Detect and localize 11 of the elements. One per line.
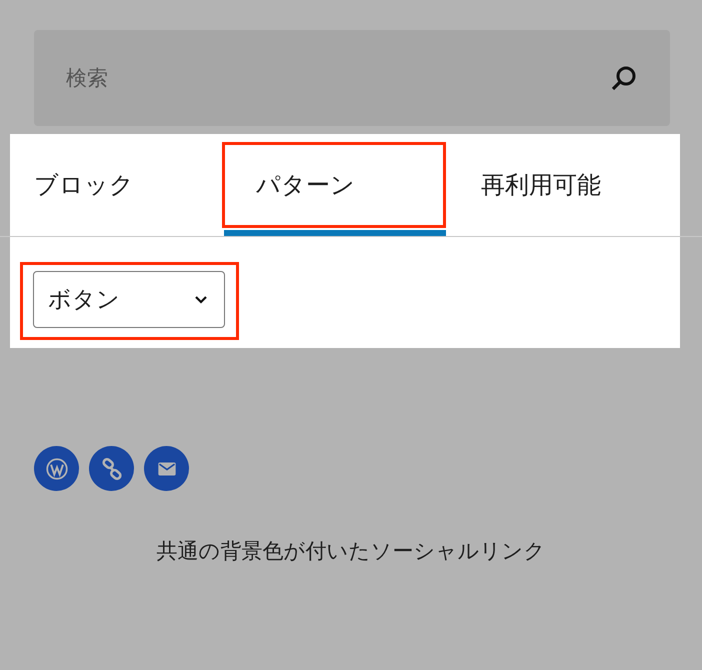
pattern-caption: 共通の背景色が付いたソーシャルリンク: [156, 538, 546, 565]
chevron-down-icon: [194, 295, 208, 304]
chain-link-icon[interactable]: [89, 446, 134, 491]
tab[interactable]: ブロック: [10, 134, 224, 236]
wordpress-icon[interactable]: [34, 446, 79, 491]
category-dropdown[interactable]: ボタン: [33, 271, 225, 328]
tab[interactable]: パターン: [224, 134, 446, 236]
tab[interactable]: 再利用可能: [446, 134, 601, 236]
search-icon[interactable]: [610, 64, 638, 92]
envelope-icon[interactable]: [144, 446, 189, 491]
search-field[interactable]: 検索: [34, 30, 670, 126]
